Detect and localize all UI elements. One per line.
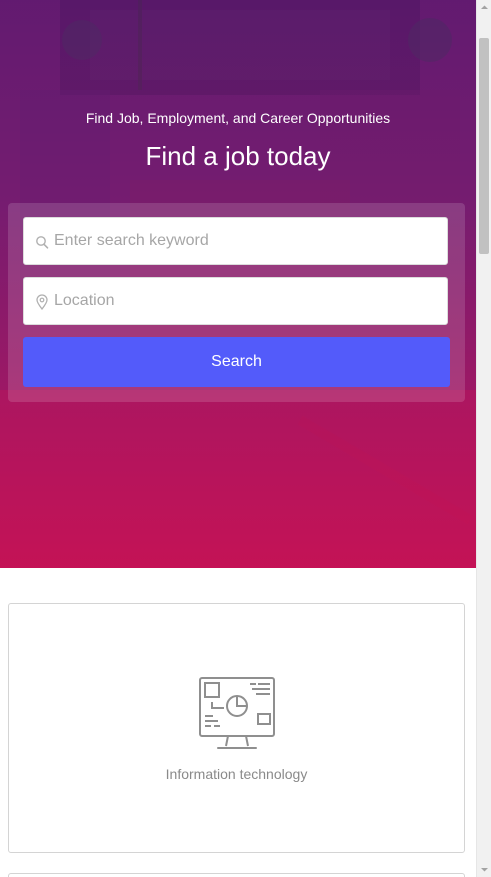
category-label: Information technology [165,766,308,782]
scrollbar-thumb[interactable] [479,38,489,254]
hero-banner: Find Job, Employment, and Career Opportu… [0,0,476,568]
map-pin-icon [36,294,48,310]
category-card-information-technology[interactable]: Information technology [8,603,465,853]
search-keyword-input[interactable] [54,218,439,264]
category-card-next[interactable] [8,873,465,877]
keyword-field[interactable] [23,217,448,265]
location-input[interactable] [54,278,439,324]
page: Find Job, Employment, and Career Opportu… [0,0,491,877]
scroll-down-arrow-icon[interactable] [477,862,491,877]
location-field[interactable] [23,277,448,325]
search-icon [36,236,49,249]
vertical-scrollbar[interactable] [476,0,491,877]
hero-subtitle: Find Job, Employment, and Career Opportu… [85,110,391,126]
computer-monitor-icon [199,677,275,749]
search-panel: Search [8,203,465,402]
page-viewport: Find Job, Employment, and Career Opportu… [0,0,476,877]
search-button[interactable]: Search [23,337,450,387]
scroll-up-arrow-icon[interactable] [477,0,491,15]
page-title: Find a job today [145,141,331,171]
